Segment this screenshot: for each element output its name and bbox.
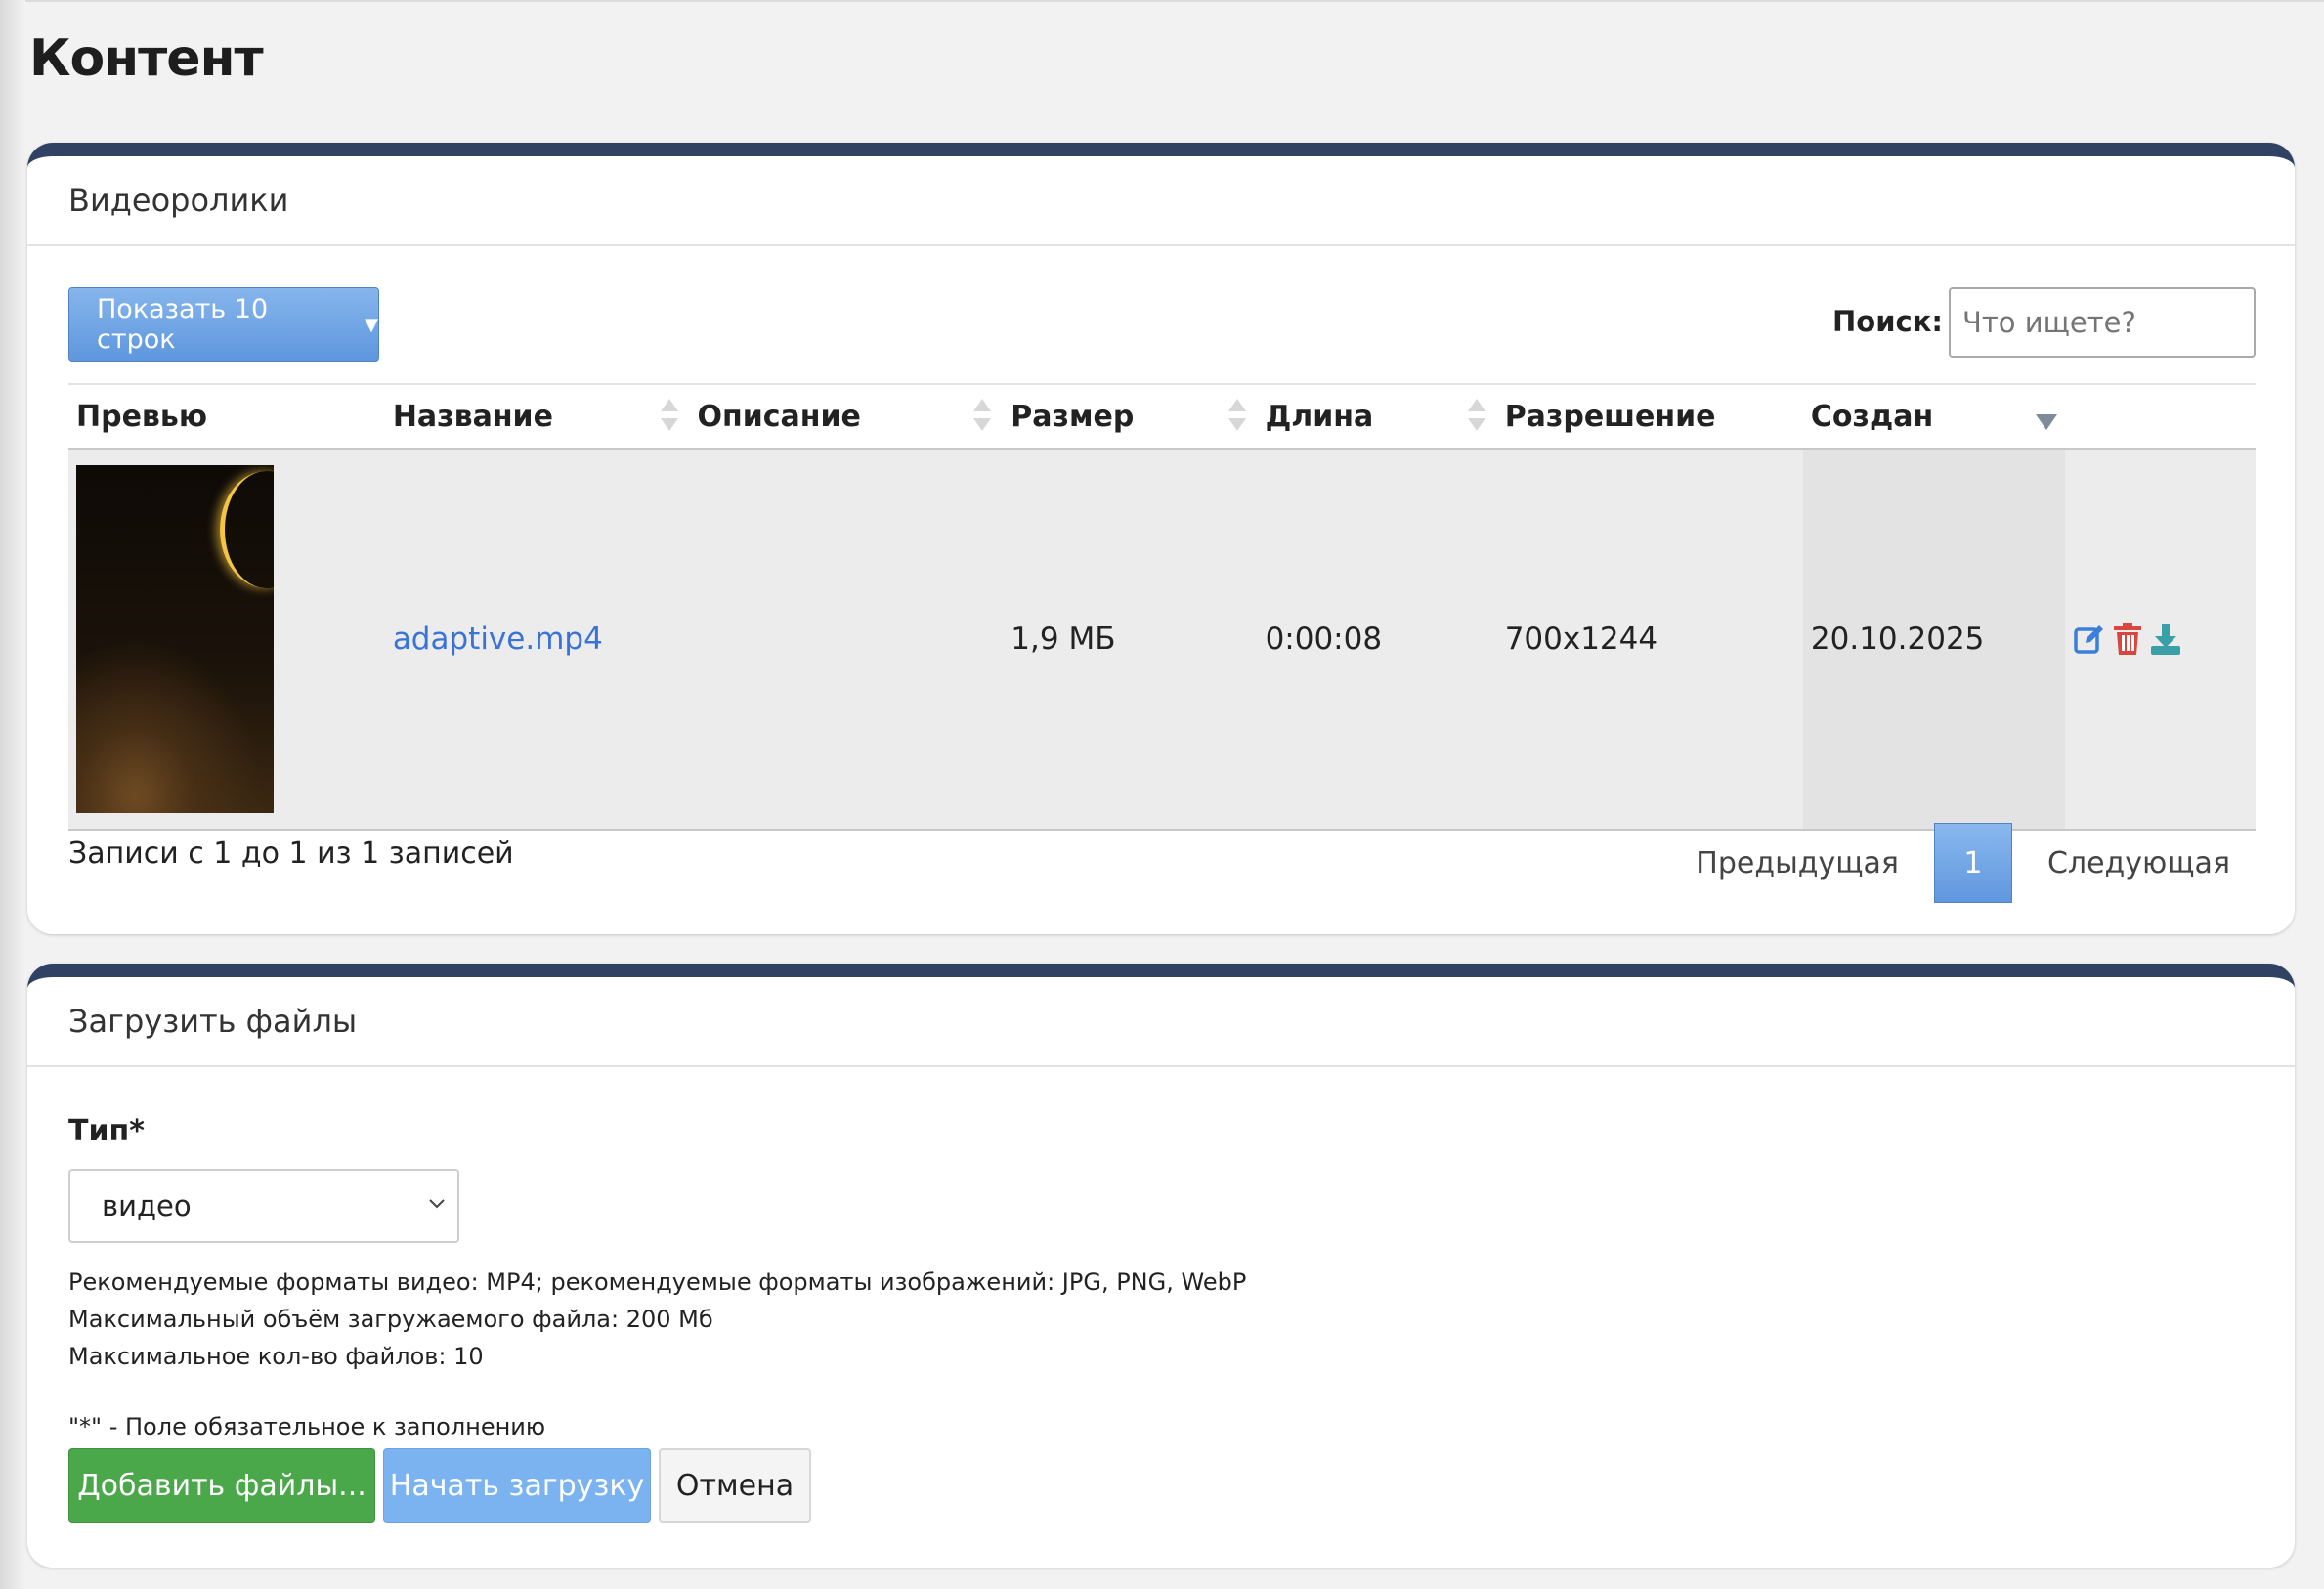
- start-upload-button[interactable]: Начать загрузку: [383, 1448, 651, 1523]
- column-header-resolution[interactable]: Разрешение: [1496, 383, 1803, 450]
- created-cell: 20.10.2025: [1802, 449, 2065, 831]
- page-length-button[interactable]: Показать 10 строк ▼: [68, 287, 379, 362]
- left-shadow: [0, 0, 25, 1589]
- cancel-button[interactable]: Отмена: [659, 1448, 811, 1523]
- download-icon[interactable]: [2149, 623, 2182, 656]
- column-header-actions: [2064, 383, 2256, 450]
- chevron-down-icon: [429, 1199, 445, 1209]
- top-border: [0, 0, 2324, 2]
- hint-formats: Рекомендуемые форматы видео: MP4; рекоме…: [68, 1268, 1247, 1296]
- video-thumbnail[interactable]: [76, 465, 274, 813]
- pagination: Предыдущая 1 Следующая: [1672, 823, 2254, 903]
- file-name-link[interactable]: adaptive.mp4: [393, 622, 603, 657]
- actions-cell: [2064, 449, 2256, 831]
- videos-card: Видеоролики Показать 10 строк ▼ Поиск: П…: [27, 143, 2295, 934]
- table-row: adaptive.mp4 1,9 МБ 0:00:08 700x1244 20.…: [68, 449, 2256, 831]
- name-cell: adaptive.mp4: [384, 449, 690, 831]
- sort-icon: [971, 399, 992, 436]
- pagination-next[interactable]: Следующая: [2024, 846, 2254, 880]
- type-label: Тип*: [68, 1114, 145, 1148]
- column-header-length[interactable]: Длина: [1257, 383, 1497, 450]
- description-cell: [689, 449, 1004, 831]
- type-select-value: видео: [102, 1189, 192, 1223]
- column-header-size[interactable]: Размер: [1003, 383, 1258, 450]
- videos-card-header: Видеоролики: [27, 156, 2295, 246]
- required-note: "*" - Поле обязательное к заполнению: [68, 1413, 546, 1440]
- resolution-cell: 700x1244: [1496, 449, 1803, 831]
- edit-icon[interactable]: [2073, 623, 2106, 656]
- caret-down-icon: ▼: [365, 314, 378, 335]
- column-header-description[interactable]: Описание: [689, 383, 1004, 450]
- type-select[interactable]: видео: [68, 1169, 459, 1243]
- column-header-created[interactable]: Создан: [1802, 383, 2065, 450]
- add-files-button[interactable]: Добавить файлы...: [68, 1448, 375, 1523]
- sort-icon: [1466, 399, 1485, 436]
- search-label: Поиск:: [1832, 305, 1943, 338]
- pagination-page-1[interactable]: 1: [1933, 823, 2012, 903]
- sort-icon: [659, 399, 678, 436]
- pagination-previous[interactable]: Предыдущая: [1672, 846, 1922, 880]
- hint-max-size: Максимальный объём загружаемого файла: 2…: [68, 1306, 713, 1333]
- page-title: Контент: [29, 29, 264, 88]
- page-length-label: Показать 10 строк: [97, 294, 269, 355]
- preview-cell: [68, 449, 385, 831]
- search-input[interactable]: [1949, 287, 2256, 358]
- sort-icon: [1227, 399, 1246, 436]
- hint-max-files: Максимальное кол-во файлов: 10: [68, 1343, 484, 1370]
- column-header-name[interactable]: Название: [384, 383, 690, 450]
- upload-card-header: Загрузить файлы: [27, 977, 2295, 1067]
- upload-card: Загрузить файлы Тип* видео Рекомендуемые…: [27, 964, 2295, 1568]
- trash-icon[interactable]: [2112, 623, 2143, 656]
- column-header-preview: Превью: [68, 383, 385, 450]
- videos-table: Превью Название Описание Размер Длина Ра…: [68, 383, 2256, 831]
- size-cell: 1,9 МБ: [1003, 449, 1258, 831]
- table-info: Записи с 1 до 1 из 1 записей: [68, 837, 514, 871]
- sort-desc-icon: [2034, 399, 2057, 436]
- length-cell: 0:00:08: [1257, 449, 1497, 831]
